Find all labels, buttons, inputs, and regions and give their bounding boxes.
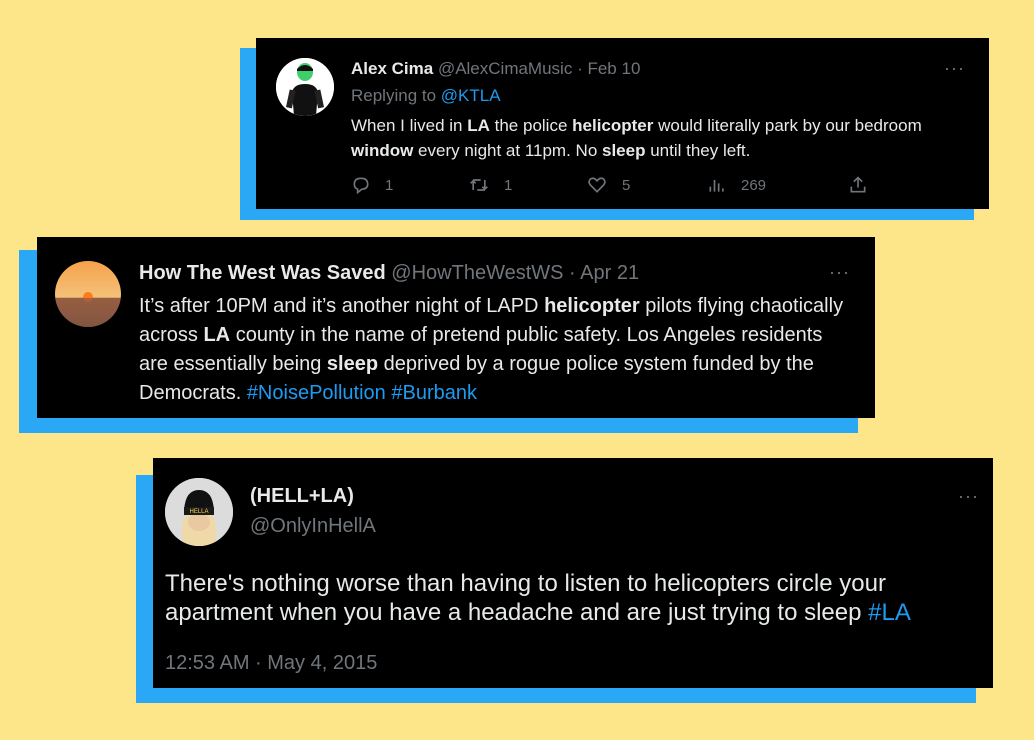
text-bold: LA	[467, 116, 490, 135]
avatar-person-beanie-icon: HELLA	[165, 478, 233, 546]
avatar[interactable]	[276, 58, 334, 116]
text-part: the police	[489, 116, 573, 135]
avatar[interactable]	[55, 261, 121, 327]
tweet-text: There's nothing worse than having to lis…	[165, 569, 977, 627]
tweet-date[interactable]: Feb 10	[587, 59, 640, 78]
hashtag-link[interactable]: #NoisePollution	[247, 382, 386, 404]
like-button[interactable]: 5	[586, 175, 630, 195]
share-button[interactable]	[848, 175, 882, 195]
tweet-timestamp[interactable]: 12:53 AM · May 4, 2015	[165, 652, 377, 675]
beanie-text: HELLA	[189, 509, 208, 515]
tweet-header: How The West Was Saved @HowTheWestWS · A…	[139, 262, 639, 285]
text-bold: sleep	[326, 353, 379, 375]
reply-count: 1	[385, 176, 394, 194]
like-icon	[588, 177, 606, 193]
share-icon	[850, 176, 866, 193]
views-button[interactable]: 269	[707, 175, 766, 195]
more-options-icon[interactable]: ···	[958, 486, 979, 507]
text-part: until they left.	[645, 141, 751, 160]
text-part: would literally park by our bedroom	[653, 116, 922, 135]
replying-to-label: Replying to	[351, 86, 437, 105]
retweet-count: 1	[504, 176, 513, 194]
separator: ·	[577, 59, 583, 78]
hashtag-link[interactable]: #Burbank	[391, 382, 477, 404]
author-name[interactable]: (HELL+LA)	[250, 485, 354, 508]
tweet-header: Alex Cima @AlexCimaMusic · Feb 10	[351, 59, 640, 79]
author-name[interactable]: Alex Cima	[351, 59, 433, 78]
author-handle[interactable]: @OnlyInHellA	[250, 515, 376, 538]
author-handle[interactable]: @AlexCimaMusic	[438, 59, 572, 78]
text-part: It’s after 10PM and it’s another night o…	[139, 295, 545, 317]
author-handle[interactable]: @HowTheWestWS	[391, 262, 563, 284]
text-bold: helicopter	[544, 295, 640, 317]
reply-button[interactable]: 1	[351, 175, 393, 195]
tweet-3-card[interactable]: HELLA (HELL+LA) @OnlyInHellA ··· There's…	[153, 458, 993, 688]
avatar-sunset-icon	[55, 261, 121, 327]
more-options-icon[interactable]: ···	[944, 58, 965, 79]
text-bold: sleep	[602, 141, 646, 160]
text-bold: helicopter	[572, 116, 654, 135]
replying-to: Replying to @KTLA	[351, 86, 501, 106]
avatar[interactable]: HELLA	[165, 478, 233, 546]
tweet-date[interactable]: Apr 21	[580, 262, 639, 284]
views-icon	[709, 180, 724, 192]
like-count: 5	[622, 176, 631, 194]
retweet-button[interactable]: 1	[468, 175, 512, 195]
separator: ·	[569, 262, 576, 284]
views-count: 269	[741, 176, 767, 194]
text-part: When I lived in	[351, 116, 468, 135]
replying-to-handle[interactable]: @KTLA	[441, 86, 501, 105]
retweet-icon	[470, 179, 488, 191]
text-part: There's nothing worse than having to lis…	[165, 570, 886, 626]
tweet-text: When I lived in LA the police helicopter…	[351, 113, 951, 163]
text-part: every night at 11pm. No	[413, 141, 602, 160]
text-bold: LA	[203, 324, 231, 346]
reply-icon	[353, 177, 369, 195]
author-name[interactable]: How The West Was Saved	[139, 262, 386, 284]
tweet-text: It’s after 10PM and it’s another night o…	[139, 292, 854, 408]
more-options-icon[interactable]: ···	[829, 262, 850, 283]
tweet-1-card[interactable]: Alex Cima @AlexCimaMusic · Feb 10 ··· Re…	[256, 38, 989, 209]
avatar-person-icon	[276, 58, 334, 116]
hashtag-link[interactable]: #LA	[868, 599, 911, 626]
text-bold: window	[351, 141, 414, 160]
tweet-2-card[interactable]: How The West Was Saved @HowTheWestWS · A…	[37, 237, 875, 418]
